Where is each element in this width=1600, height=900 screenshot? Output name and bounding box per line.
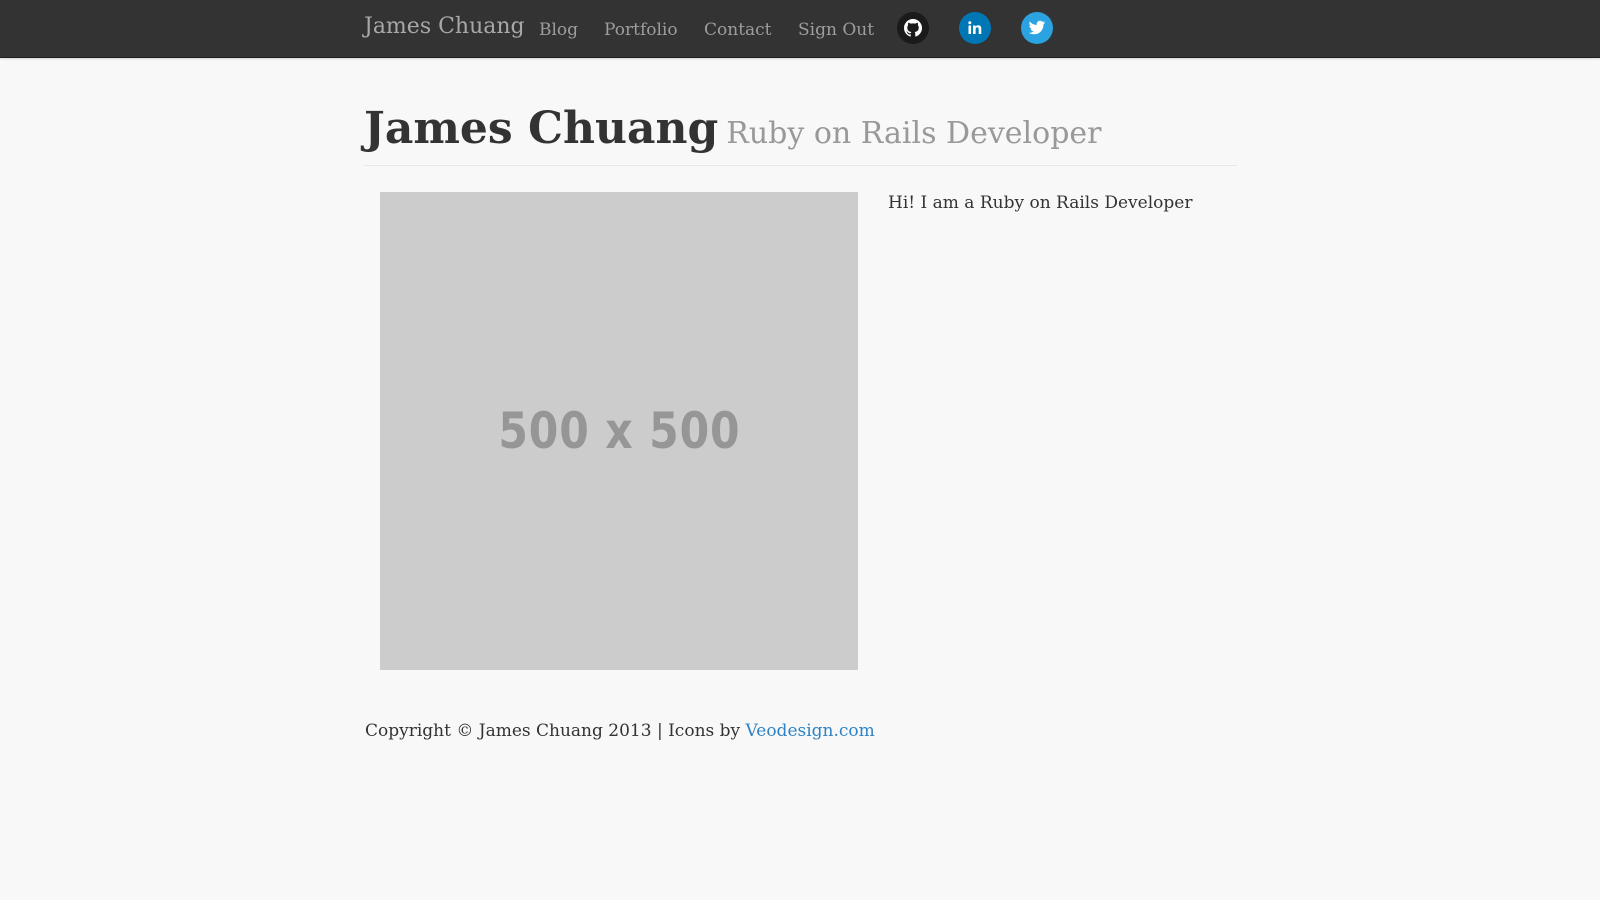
veodesign-link[interactable]: Veodesign.com: [746, 721, 875, 741]
nav-link-portfolio[interactable]: Portfolio: [604, 20, 678, 40]
github-icon: [904, 19, 922, 37]
nav-link-contact[interactable]: Contact: [704, 20, 772, 40]
page-subtitle: Ruby on Rails Developer: [726, 116, 1102, 151]
header-divider: [364, 165, 1237, 166]
nav-link-blog[interactable]: Blog: [539, 20, 578, 40]
nav-link-sign-out[interactable]: Sign Out: [798, 20, 874, 40]
placeholder-label: 500 x 500: [497, 402, 741, 460]
copyright-text: Copyright © James Chuang 2013 | Icons by: [365, 721, 741, 741]
profile-image-placeholder: 500 x 500: [380, 192, 858, 670]
brand-link[interactable]: James Chuang: [364, 14, 525, 39]
top-navbar: James Chuang Blog Portfolio Contact Sign…: [0, 0, 1600, 58]
page-header: James Chuang Ruby on Rails Developer: [364, 103, 1102, 154]
page-title: James Chuang: [364, 103, 719, 154]
linkedin-link[interactable]: [959, 12, 991, 44]
footer: Copyright © James Chuang 2013 | Icons by…: [365, 721, 875, 741]
twitter-link[interactable]: [1021, 12, 1053, 44]
intro-text: Hi! I am a Ruby on Rails Developer: [888, 193, 1193, 213]
linkedin-icon: [968, 21, 982, 34]
twitter-icon: [1028, 20, 1046, 35]
github-link[interactable]: [897, 12, 929, 44]
